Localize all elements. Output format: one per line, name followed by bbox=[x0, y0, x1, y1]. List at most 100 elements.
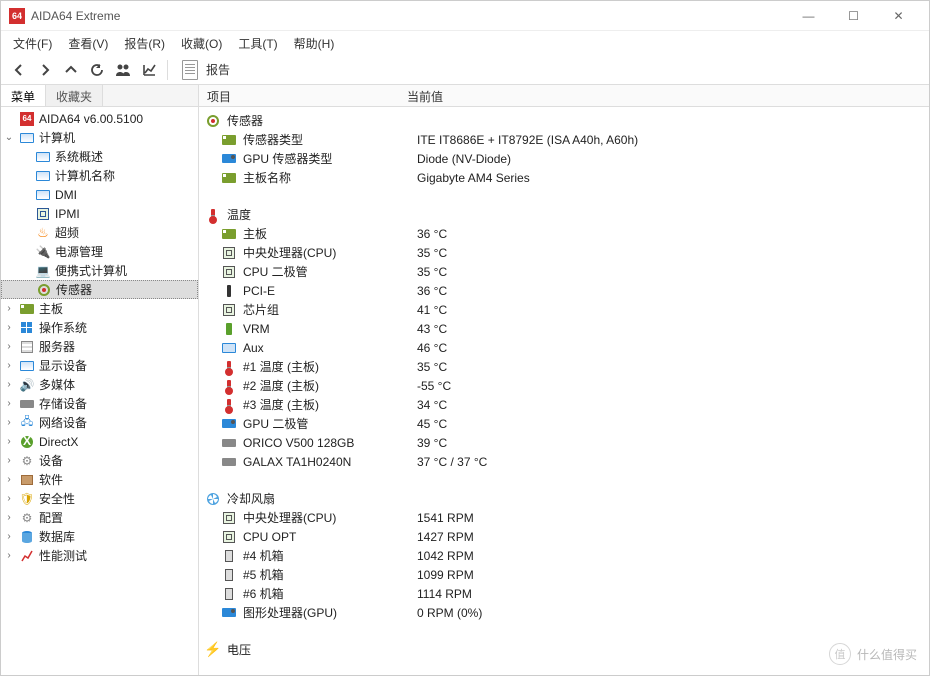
item-label: #4 机箱 bbox=[243, 547, 405, 564]
tree-section-8[interactable]: › ⚙ 设备 bbox=[1, 451, 198, 470]
tree-toggle-icon[interactable]: › bbox=[3, 436, 15, 447]
tree-toggle-icon[interactable]: ⌄ bbox=[3, 132, 15, 143]
sensor-item[interactable]: ORICO V500 128GB 39 °C bbox=[199, 433, 929, 452]
tree-toggle-icon[interactable]: › bbox=[3, 322, 15, 333]
sensor-group-0[interactable]: 传感器 bbox=[199, 111, 929, 130]
tree-toggle-icon[interactable]: › bbox=[3, 341, 15, 352]
forward-button[interactable] bbox=[33, 58, 57, 82]
sidebar-tab-favorites[interactable]: 收藏夹 bbox=[46, 85, 103, 106]
item-value: 36 °C bbox=[405, 284, 447, 298]
menu-report[interactable]: 报告(R) bbox=[118, 33, 171, 54]
tree-section-5[interactable]: › 存储设备 bbox=[1, 394, 198, 413]
tree-computer-child-1[interactable]: 计算机名称 bbox=[1, 166, 198, 185]
back-button[interactable] bbox=[7, 58, 31, 82]
sensor-item[interactable]: #6 机箱 1114 RPM bbox=[199, 584, 929, 603]
minimize-button[interactable]: — bbox=[786, 2, 831, 30]
sensor-item[interactable]: 主板 36 °C bbox=[199, 224, 929, 243]
tree-section-1[interactable]: › 操作系统 bbox=[1, 318, 198, 337]
column-property[interactable]: 项目 bbox=[199, 85, 399, 106]
tree-section-4[interactable]: › 🔊 多媒体 bbox=[1, 375, 198, 394]
item-value: 0 RPM (0%) bbox=[405, 606, 482, 620]
tree-section-7[interactable]: › X DirectX bbox=[1, 432, 198, 451]
item-icon bbox=[221, 340, 237, 356]
item-icon bbox=[221, 264, 237, 280]
item-icon bbox=[221, 529, 237, 545]
tree-toggle-icon[interactable]: › bbox=[3, 360, 15, 371]
close-button[interactable]: ✕ bbox=[876, 2, 921, 30]
group-spacer bbox=[199, 471, 929, 489]
sensor-item[interactable]: CPU OPT 1427 RPM bbox=[199, 527, 929, 546]
content-body[interactable]: 传感器 传感器类型 ITE IT8686E + IT8792E (ISA A40… bbox=[199, 107, 929, 675]
tree-toggle-icon[interactable]: › bbox=[3, 417, 15, 428]
tree-item-icon: 💻 bbox=[35, 263, 51, 279]
menu-file[interactable]: 文件(F) bbox=[7, 33, 58, 54]
report-button-label[interactable]: 报告 bbox=[206, 61, 230, 78]
sensor-item[interactable]: #2 温度 (主板) -55 °C bbox=[199, 376, 929, 395]
item-icon bbox=[221, 416, 237, 432]
maximize-button[interactable]: ☐ bbox=[831, 2, 876, 30]
sensor-item[interactable]: VRM 43 °C bbox=[199, 319, 929, 338]
item-value: 36 °C bbox=[405, 227, 447, 241]
sensor-item[interactable]: #1 温度 (主板) 35 °C bbox=[199, 357, 929, 376]
tree-section-3[interactable]: › 显示设备 bbox=[1, 356, 198, 375]
sensor-item[interactable]: 主板名称 Gigabyte AM4 Series bbox=[199, 168, 929, 187]
sensor-group-3[interactable]: ⚡ 电压 bbox=[199, 640, 929, 659]
sensor-item[interactable]: CPU 二极管 35 °C bbox=[199, 262, 929, 281]
tree-computer-child-5[interactable]: 🔌 电源管理 bbox=[1, 242, 198, 261]
tree-section-0[interactable]: › 主板 bbox=[1, 299, 198, 318]
tree-toggle-icon[interactable]: › bbox=[3, 474, 15, 485]
sensor-item[interactable]: GPU 二极管 45 °C bbox=[199, 414, 929, 433]
tree-toggle-icon[interactable]: › bbox=[3, 303, 15, 314]
tree-section-11[interactable]: › ⚙ 配置 bbox=[1, 508, 198, 527]
tree-section-6[interactable]: › 🖧 网络设备 bbox=[1, 413, 198, 432]
sensor-group-2[interactable]: 冷却风扇 bbox=[199, 489, 929, 508]
tree-toggle-icon[interactable]: › bbox=[3, 493, 15, 504]
sensor-item[interactable]: 传感器类型 ITE IT8686E + IT8792E (ISA A40h, A… bbox=[199, 130, 929, 149]
graph-button[interactable] bbox=[137, 58, 161, 82]
tree-toggle-icon[interactable]: › bbox=[3, 531, 15, 542]
menu-tools[interactable]: 工具(T) bbox=[232, 33, 283, 54]
tree-computer-child-6[interactable]: 💻 便携式计算机 bbox=[1, 261, 198, 280]
sensor-group-1[interactable]: 温度 bbox=[199, 205, 929, 224]
tree-computer-child-3[interactable]: IPMI bbox=[1, 204, 198, 223]
tree-section-10[interactable]: › 🛡 安全性 bbox=[1, 489, 198, 508]
sensor-item[interactable]: Aux 46 °C bbox=[199, 338, 929, 357]
sensor-item[interactable]: #4 机箱 1042 RPM bbox=[199, 546, 929, 565]
nav-tree[interactable]: 64 AIDA64 v6.00.5100 ⌄ 计算机 系统概述 计算机名称 DM… bbox=[1, 107, 198, 675]
sensor-item[interactable]: #5 机箱 1099 RPM bbox=[199, 565, 929, 584]
tree-toggle-icon[interactable]: › bbox=[3, 379, 15, 390]
tree-toggle-icon[interactable]: › bbox=[3, 398, 15, 409]
up-button[interactable] bbox=[59, 58, 83, 82]
tree-section-12[interactable]: › 数据库 bbox=[1, 527, 198, 546]
tree-section-9[interactable]: › 软件 bbox=[1, 470, 198, 489]
sensor-item[interactable]: GPU 传感器类型 Diode (NV-Diode) bbox=[199, 149, 929, 168]
sensor-item[interactable]: 图形处理器(GPU) 0 RPM (0%) bbox=[199, 603, 929, 622]
sensor-item[interactable]: 中央处理器(CPU) 35 °C bbox=[199, 243, 929, 262]
sensor-item[interactable]: 中央处理器(CPU) 1541 RPM bbox=[199, 508, 929, 527]
report-icon[interactable] bbox=[182, 60, 198, 80]
sensor-item[interactable]: GALAX TA1H0240N 37 °C / 37 °C bbox=[199, 452, 929, 471]
menu-favorites[interactable]: 收藏(O) bbox=[175, 33, 228, 54]
tree-item-icon: ⚙ bbox=[19, 510, 35, 526]
tree-root[interactable]: 64 AIDA64 v6.00.5100 bbox=[1, 109, 198, 128]
sidebar-tab-menu[interactable]: 菜单 bbox=[1, 85, 46, 106]
tree-toggle-icon[interactable]: › bbox=[3, 550, 15, 561]
tree-toggle-icon[interactable]: › bbox=[3, 512, 15, 523]
tree-toggle-icon[interactable]: › bbox=[3, 455, 15, 466]
tree-section-13[interactable]: › 性能测试 bbox=[1, 546, 198, 565]
refresh-button[interactable] bbox=[85, 58, 109, 82]
tree-computer-child-7[interactable]: 传感器 bbox=[1, 280, 198, 299]
tree-section-2[interactable]: › 服务器 bbox=[1, 337, 198, 356]
tree-computer-child-2[interactable]: DMI bbox=[1, 185, 198, 204]
sensor-item[interactable]: 芯片组 41 °C bbox=[199, 300, 929, 319]
tree-item-label: 计算机 bbox=[39, 129, 75, 146]
column-value[interactable]: 当前值 bbox=[399, 85, 451, 106]
tree-computer-child-4[interactable]: ♨ 超频 bbox=[1, 223, 198, 242]
tree-computer[interactable]: ⌄ 计算机 bbox=[1, 128, 198, 147]
menu-view[interactable]: 查看(V) bbox=[62, 33, 114, 54]
tree-computer-child-0[interactable]: 系统概述 bbox=[1, 147, 198, 166]
sensor-item[interactable]: #3 温度 (主板) 34 °C bbox=[199, 395, 929, 414]
menu-help[interactable]: 帮助(H) bbox=[288, 33, 341, 54]
users-button[interactable] bbox=[111, 58, 135, 82]
sensor-item[interactable]: PCI-E 36 °C bbox=[199, 281, 929, 300]
